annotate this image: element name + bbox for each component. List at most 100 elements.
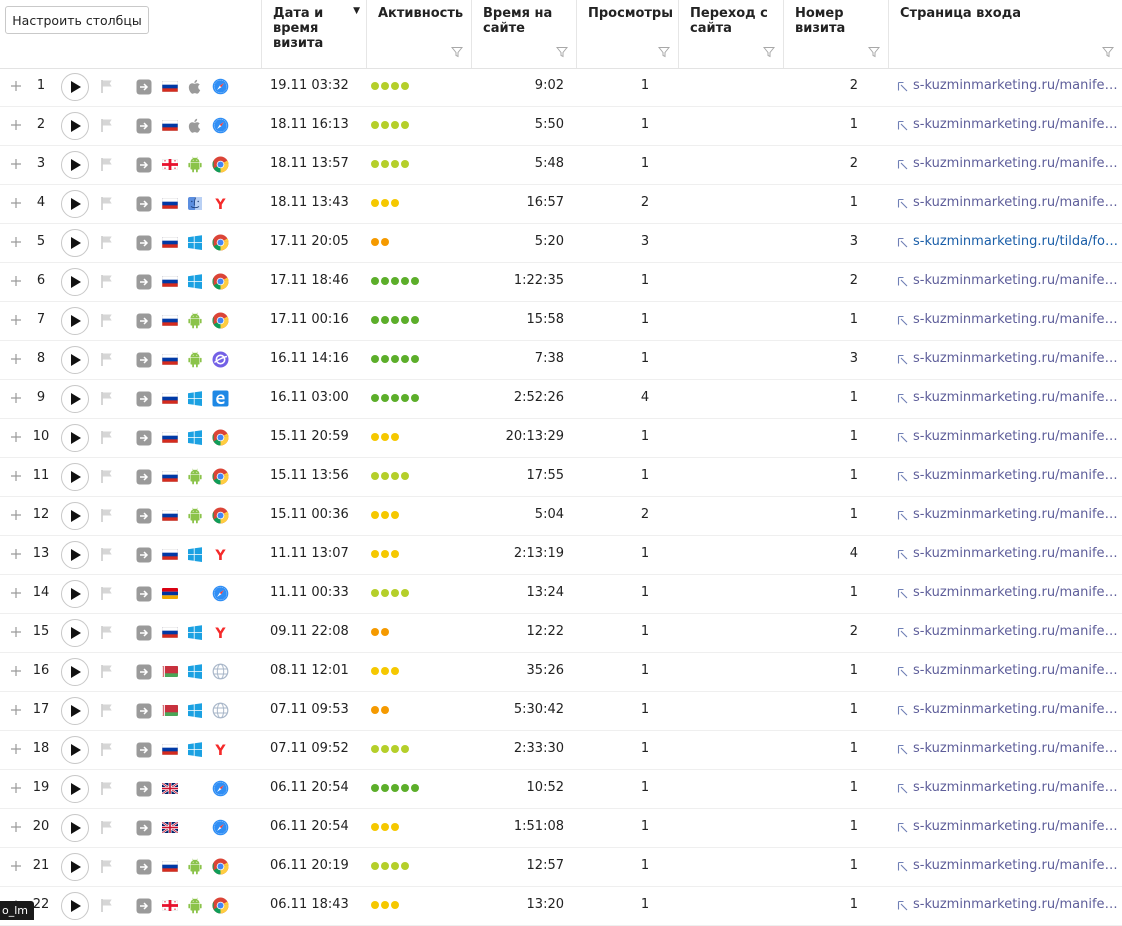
- play-session-button[interactable]: [61, 619, 89, 647]
- play-session-button[interactable]: [61, 346, 89, 374]
- column-header-visit-number[interactable]: Номер визита: [783, 0, 888, 68]
- entry-page-link[interactable]: s-kuzminmarketing.ru/manifesto_: [913, 429, 1120, 444]
- bookmark-flag-icon[interactable]: [100, 391, 114, 406]
- column-header-referrer[interactable]: Переход с сайта: [678, 0, 783, 68]
- entry-page-link[interactable]: s-kuzminmarketing.ru/tilda/form: [913, 234, 1120, 249]
- entry-page-link[interactable]: s-kuzminmarketing.ru/manifesto_: [913, 546, 1120, 561]
- bookmark-flag-icon[interactable]: [100, 274, 114, 289]
- play-session-button[interactable]: [61, 697, 89, 725]
- entry-page-link[interactable]: s-kuzminmarketing.ru/manifesto_: [913, 390, 1120, 405]
- expand-row-icon[interactable]: [10, 431, 22, 443]
- entry-page-link[interactable]: s-kuzminmarketing.ru/manifesto_: [913, 117, 1120, 132]
- filter-icon[interactable]: [1102, 46, 1114, 58]
- expand-row-icon[interactable]: [10, 158, 22, 170]
- bookmark-flag-icon[interactable]: [100, 235, 114, 250]
- bookmark-flag-icon[interactable]: [100, 859, 114, 874]
- expand-row-icon[interactable]: [10, 119, 22, 131]
- column-header-date[interactable]: Дата и время визита ▼: [261, 0, 366, 68]
- bookmark-flag-icon[interactable]: [100, 469, 114, 484]
- bookmark-flag-icon[interactable]: [100, 664, 114, 679]
- entry-page-link[interactable]: s-kuzminmarketing.ru/manifesto_: [913, 663, 1120, 678]
- play-session-button[interactable]: [61, 229, 89, 257]
- bookmark-flag-icon[interactable]: [100, 586, 114, 601]
- configure-columns-button[interactable]: Настроить столбцы: [5, 6, 149, 34]
- expand-row-icon[interactable]: [10, 587, 22, 599]
- expand-row-icon[interactable]: [10, 80, 22, 92]
- expand-row-icon[interactable]: [10, 626, 22, 638]
- expand-row-icon[interactable]: [10, 470, 22, 482]
- expand-row-icon[interactable]: [10, 704, 22, 716]
- play-session-button[interactable]: [61, 190, 89, 218]
- bookmark-flag-icon[interactable]: [100, 781, 114, 796]
- play-session-button[interactable]: [61, 268, 89, 296]
- entry-page-link[interactable]: s-kuzminmarketing.ru/manifesto_: [913, 507, 1120, 522]
- expand-row-icon[interactable]: [10, 821, 22, 833]
- bookmark-flag-icon[interactable]: [100, 196, 114, 211]
- play-session-button[interactable]: [61, 814, 89, 842]
- filter-icon[interactable]: [556, 46, 568, 58]
- entry-page-link[interactable]: s-kuzminmarketing.ru/manifesto_: [913, 624, 1120, 639]
- play-session-button[interactable]: [61, 463, 89, 491]
- entry-page-link[interactable]: s-kuzminmarketing.ru/manifesto_: [913, 897, 1120, 912]
- filter-icon[interactable]: [763, 46, 775, 58]
- expand-row-icon[interactable]: [10, 275, 22, 287]
- column-header-entry-page[interactable]: Страница входа: [888, 0, 1122, 68]
- expand-row-icon[interactable]: [10, 860, 22, 872]
- entry-page-link[interactable]: s-kuzminmarketing.ru/manifesto_: [913, 858, 1120, 873]
- bookmark-flag-icon[interactable]: [100, 742, 114, 757]
- bookmark-flag-icon[interactable]: [100, 508, 114, 523]
- expand-row-icon[interactable]: [10, 197, 22, 209]
- play-session-button[interactable]: [61, 502, 89, 530]
- bookmark-flag-icon[interactable]: [100, 820, 114, 835]
- bookmark-flag-icon[interactable]: [100, 352, 114, 367]
- entry-page-link[interactable]: s-kuzminmarketing.ru/manifesto_: [913, 702, 1120, 717]
- expand-row-icon[interactable]: [10, 353, 22, 365]
- entry-page-link[interactable]: s-kuzminmarketing.ru/manifesto_: [913, 780, 1120, 795]
- play-session-button[interactable]: [61, 112, 89, 140]
- column-header-activity[interactable]: Активность: [366, 0, 471, 68]
- entry-page-link[interactable]: s-kuzminmarketing.ru/manifesto_: [913, 156, 1120, 171]
- bookmark-flag-icon[interactable]: [100, 430, 114, 445]
- entry-page-link[interactable]: s-kuzminmarketing.ru/manifesto_: [913, 819, 1120, 834]
- expand-row-icon[interactable]: [10, 743, 22, 755]
- bookmark-flag-icon[interactable]: [100, 313, 114, 328]
- expand-row-icon[interactable]: [10, 782, 22, 794]
- play-session-button[interactable]: [61, 541, 89, 569]
- filter-icon[interactable]: [658, 46, 670, 58]
- entry-page-link[interactable]: s-kuzminmarketing.ru/manifesto_: [913, 585, 1120, 600]
- bookmark-flag-icon[interactable]: [100, 79, 114, 94]
- entry-page-link[interactable]: s-kuzminmarketing.ru/manifesto_: [913, 741, 1120, 756]
- expand-row-icon[interactable]: [10, 236, 22, 248]
- play-session-button[interactable]: [61, 736, 89, 764]
- expand-row-icon[interactable]: [10, 392, 22, 404]
- filter-icon[interactable]: [451, 46, 463, 58]
- play-session-button[interactable]: [61, 73, 89, 101]
- play-session-button[interactable]: [61, 424, 89, 452]
- column-header-time[interactable]: Время на сайте: [471, 0, 576, 68]
- play-session-button[interactable]: [61, 307, 89, 335]
- bookmark-flag-icon[interactable]: [100, 118, 114, 133]
- expand-row-icon[interactable]: [10, 314, 22, 326]
- column-header-views[interactable]: Просмотры: [576, 0, 678, 68]
- play-session-button[interactable]: [61, 658, 89, 686]
- entry-page-link[interactable]: s-kuzminmarketing.ru/manifesto_: [913, 195, 1120, 210]
- sort-desc-icon[interactable]: ▼: [353, 6, 360, 16]
- expand-row-icon[interactable]: [10, 665, 22, 677]
- play-session-button[interactable]: [61, 151, 89, 179]
- entry-page-link[interactable]: s-kuzminmarketing.ru/manifesto_: [913, 78, 1120, 93]
- entry-page-link[interactable]: s-kuzminmarketing.ru/manifesto_: [913, 351, 1120, 366]
- play-session-button[interactable]: [61, 385, 89, 413]
- bookmark-flag-icon[interactable]: [100, 703, 114, 718]
- play-session-button[interactable]: [61, 853, 89, 881]
- bookmark-flag-icon[interactable]: [100, 157, 114, 172]
- bookmark-flag-icon[interactable]: [100, 547, 114, 562]
- entry-page-link[interactable]: s-kuzminmarketing.ru/manifesto_: [913, 312, 1120, 327]
- filter-icon[interactable]: [868, 46, 880, 58]
- play-session-button[interactable]: [61, 892, 89, 920]
- bookmark-flag-icon[interactable]: [100, 898, 114, 913]
- expand-row-icon[interactable]: [10, 548, 22, 560]
- play-session-button[interactable]: [61, 775, 89, 803]
- bookmark-flag-icon[interactable]: [100, 625, 114, 640]
- entry-page-link[interactable]: s-kuzminmarketing.ru/manifesto_: [913, 468, 1120, 483]
- expand-row-icon[interactable]: [10, 509, 22, 521]
